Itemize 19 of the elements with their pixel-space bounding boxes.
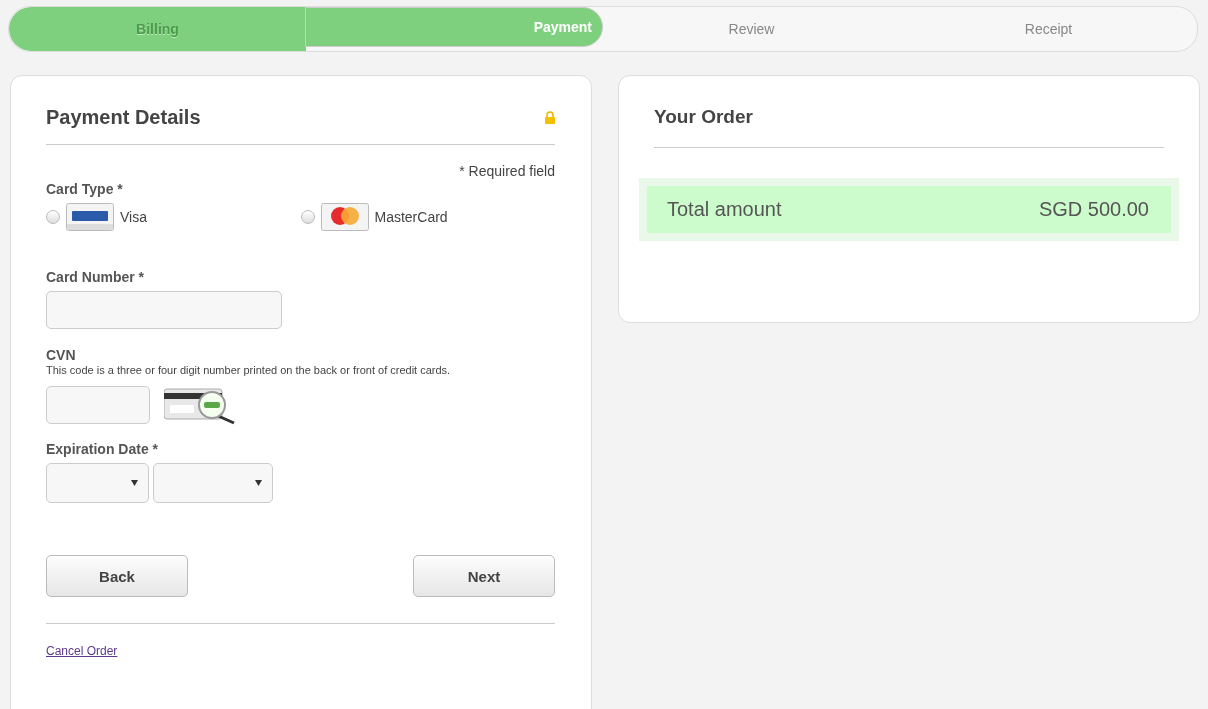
panel-title: Your Order	[654, 106, 753, 128]
progress-step[interactable]: Receipt	[900, 7, 1197, 51]
option-label: Visa	[120, 209, 147, 225]
progress-step[interactable]: Review	[603, 7, 900, 51]
panel-title: Payment Details	[46, 105, 201, 129]
total-value: SGD 500.00	[1038, 198, 1149, 221]
field-label: Card Number *	[46, 269, 146, 285]
progress-step[interactable]: Payment	[305, 7, 603, 47]
help-text: This code is a three or four digit number printed on the back or front of credit cards.	[46, 365, 452, 376]
cancel-link[interactable]: Cancel Order	[46, 644, 118, 658]
option-label: MasterCard	[374, 209, 448, 225]
field-label: Expiration Date *	[46, 441, 160, 457]
required-note: * Required field	[458, 163, 555, 179]
total-label: Total amount	[667, 198, 782, 221]
progress-step[interactable]: Billing	[9, 7, 306, 51]
field-label: Card Type *	[46, 181, 124, 197]
back-button[interactable]: Back	[46, 555, 188, 597]
next-button[interactable]: Next	[413, 555, 555, 597]
field-label: CVN	[46, 347, 77, 363]
